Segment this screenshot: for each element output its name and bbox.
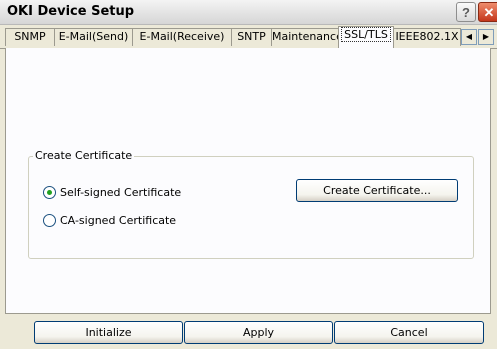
close-button[interactable]: ✕ [478,2,497,22]
cancel-button[interactable]: Cancel [334,321,484,344]
chevron-left-icon: ◀ [465,32,473,41]
tab-scroll-right-button[interactable]: ▶ [478,29,494,45]
chevron-right-icon: ▶ [482,32,490,41]
self-signed-radio[interactable] [43,186,56,199]
ca-signed-radio[interactable] [43,214,56,227]
oki-device-setup-window: OKI Device Setup ? ✕ SNMP E-Mail(Send) E… [0,0,497,349]
tab-scroll-left-button[interactable]: ◀ [461,29,477,45]
window-title: OKI Device Setup [7,4,135,19]
create-certificate-group [28,156,474,259]
tab-strip: SNMP E-Mail(Send) E-Mail(Receive) SNTP M… [0,25,497,49]
tab-maintenance[interactable]: Maintenance [271,28,343,46]
tab-sntp[interactable]: SNTP [231,28,272,46]
tab-ssl-tls[interactable]: SSL/TLS [338,26,394,48]
tab-email-send[interactable]: E-Mail(Send) [54,28,133,46]
apply-button[interactable]: Apply [184,321,333,344]
radio-selected-dot [47,190,52,195]
create-certificate-button[interactable]: Create Certificate... [296,179,458,202]
tab-ieee8021x[interactable]: IEEE802.1X [393,28,461,46]
tab-email-receive[interactable]: E-Mail(Receive) [132,28,232,46]
ca-signed-label[interactable]: CA-signed Certificate [60,214,176,227]
tab-snmp[interactable]: SNMP [5,28,55,46]
initialize-button[interactable]: Initialize [34,321,183,344]
close-icon: ✕ [483,5,495,20]
help-icon: ? [462,5,470,20]
self-signed-label[interactable]: Self-signed Certificate [60,186,181,199]
tab-scroll-controls: ◀ ▶ [461,29,495,45]
title-bar[interactable]: OKI Device Setup ? ✕ [0,0,497,25]
create-certificate-group-label: Create Certificate [33,149,135,162]
help-button[interactable]: ? [456,2,476,22]
